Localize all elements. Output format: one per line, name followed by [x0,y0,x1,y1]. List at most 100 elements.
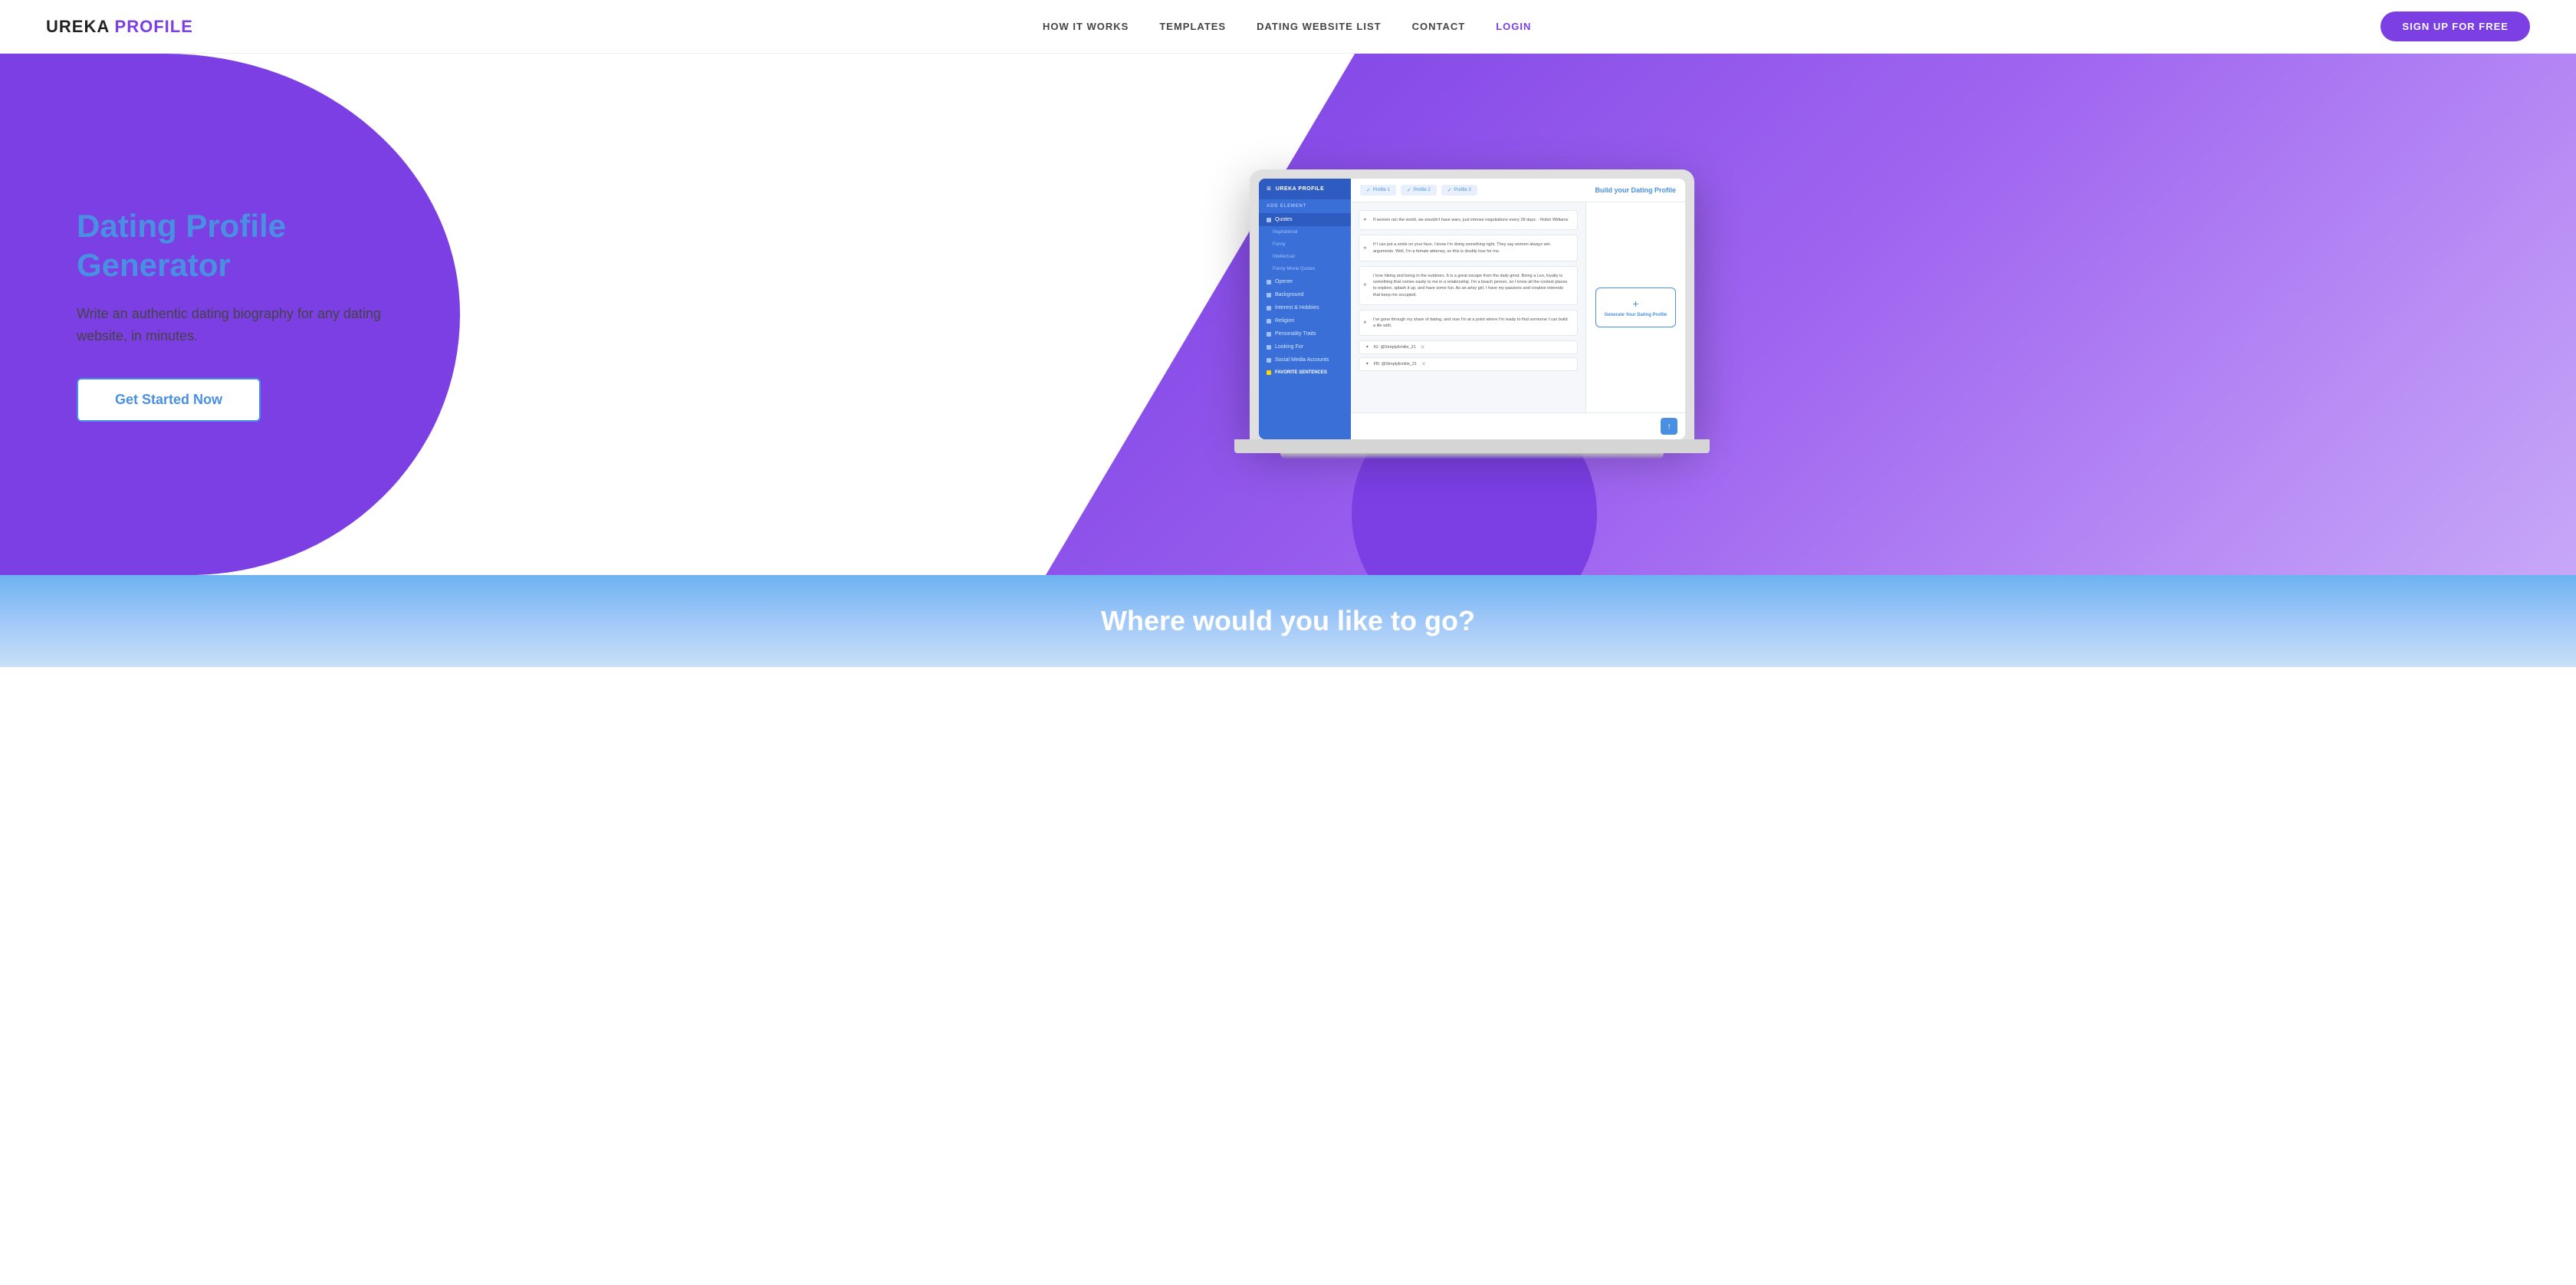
text-block-4: ✦ I've gone through my share of dating, … [1359,310,1578,337]
sidebar-item-looking-for[interactable]: Looking For [1259,340,1351,353]
sidebar-item-background[interactable]: Background [1259,288,1351,301]
nav-item-templates[interactable]: TEMPLATES [1159,20,1226,34]
navbar: UREKA PROFILE HOW IT WORKS TEMPLATES DAT… [0,0,2576,54]
check-icon-3: ✓ [1447,187,1452,193]
laptop-base-shadow [1280,453,1664,459]
hero-title: Dating Profile Generator [77,207,399,284]
sidebar-item-favorites-label: FAVORITE SENTENCES [1275,370,1327,375]
logo: UREKA PROFILE [46,17,193,37]
nav-link-login[interactable]: LOGIN [1496,21,1531,32]
app-bottom-bar: ↑ [1351,412,1685,439]
tab-3-label: Profile 3 [1454,188,1471,192]
sidebar-item-intellectual-label: Intellectual [1273,255,1295,259]
close-icon-social-1[interactable]: ✕ [1421,344,1425,350]
text-block-2: ✦ If I can put a smile on your face, I k… [1359,235,1578,261]
app-generate-panel: + Generate Your Dating Profile [1585,202,1685,412]
sidebar-item-personality-label: Personality Traits [1275,331,1316,337]
app-sidebar-logo: UREKA PROFILE [1276,186,1324,192]
app-main: ✓ Profile 1 ✓ Profile 2 ✓ [1351,179,1685,439]
sidebar-item-personality[interactable]: Personality Traits [1259,327,1351,340]
social-row-2: ✦ FB: @SimplyEmilie_21 ✕ [1359,357,1578,371]
logo-ureka: UREKA [46,17,109,36]
signup-button[interactable]: SIGN UP FOR FREE [2380,12,2530,41]
star-icon [1267,370,1271,375]
social-media-icon [1267,358,1271,363]
laptop-wrapper: ≡ UREKA PROFILE ADD ELEMENT Quotes Inspi… [1250,169,1694,459]
sidebar-item-interests[interactable]: Interest & Hobbies [1259,301,1351,314]
sidebar-item-religion-label: Religion [1275,318,1294,324]
app-top-title: Build your Dating Profile [1595,186,1676,194]
sidebar-item-favorites[interactable]: FAVORITE SENTENCES [1259,366,1351,379]
text-block-1-content: If women ran the world, we wouldn't have… [1365,217,1571,223]
bottom-section-title: Where would you like to go? [1101,605,1475,637]
nav-item-how-it-works[interactable]: HOW IT WORKS [1043,20,1129,34]
nav-item-contact[interactable]: CONTACT [1412,20,1466,34]
nav-item-dating-website-list[interactable]: DATING WEBSITE LIST [1257,20,1381,34]
laptop-screen-inner: ≡ UREKA PROFILE ADD ELEMENT Quotes Inspi… [1259,179,1685,439]
hero-subtitle: Write an authentic dating biography for … [77,303,399,347]
nav-link-how-it-works[interactable]: HOW IT WORKS [1043,21,1129,32]
app-sidebar-header: ≡ UREKA PROFILE [1259,179,1351,199]
sidebar-item-religion[interactable]: Religion [1259,314,1351,327]
drag-icon-social-1: ✦ [1365,345,1369,350]
close-icon-social-2[interactable]: ✕ [1421,361,1426,367]
sidebar-item-funny-movie[interactable]: Funny Movie Quotes [1259,263,1351,275]
check-icon-2: ✓ [1407,187,1411,193]
tab-2-label: Profile 2 [1414,188,1431,192]
sidebar-item-opener[interactable]: Opener [1259,275,1351,288]
sidebar-item-opener-label: Opener [1275,279,1293,284]
hero-text: Dating Profile Generator Write an authen… [77,207,399,421]
sidebar-item-social-media[interactable]: Social Media Accounts [1259,353,1351,366]
sidebar-item-looking-label: Looking For [1275,344,1303,350]
text-block-2-content: If I can put a smile on your face, I kno… [1365,242,1571,255]
nav-links: HOW IT WORKS TEMPLATES DATING WEBSITE LI… [1043,20,1531,34]
hero-content: Dating Profile Generator Write an authen… [0,54,2576,575]
sidebar-item-social-label: Social Media Accounts [1275,357,1329,363]
check-icon-1: ✓ [1366,187,1371,193]
social-row-1: ✦ IG: @SimplyEmilie_21 ✕ [1359,340,1578,354]
app-tab-2[interactable]: ✓ Profile 2 [1401,185,1437,196]
send-button[interactable]: ↑ [1661,418,1677,435]
plus-icon: + [1632,297,1638,310]
tab-1-label: Profile 1 [1373,188,1390,192]
logo-profile: PROFILE [115,17,193,36]
sidebar-item-interests-label: Interest & Hobbies [1275,305,1319,311]
sidebar-item-funny[interactable]: Funny [1259,238,1351,251]
app-tab-3[interactable]: ✓ Profile 3 [1441,185,1477,196]
laptop-base [1234,439,1710,453]
drag-icon-3: ✦ [1362,281,1368,290]
social-row-1-label: IG: @SimplyEmilie_21 [1374,345,1416,350]
app-tabs: ✓ Profile 1 ✓ Profile 2 ✓ [1360,185,1477,196]
sidebar-item-inspirational[interactable]: Inspirational [1259,226,1351,238]
hamburger-icon: ≡ [1267,185,1271,193]
text-block-3-content: I love hiking and being in the outdoors.… [1365,273,1571,298]
sidebar-item-quotes[interactable]: Quotes [1259,213,1351,226]
personality-icon [1267,332,1271,337]
sidebar-item-funny-label: Funny [1273,242,1286,247]
text-block-1: ✦ If women ran the world, we wouldn't ha… [1359,210,1578,230]
generate-label: Generate Your Dating Profile [1605,313,1667,317]
nav-link-templates[interactable]: TEMPLATES [1159,21,1226,32]
background-icon [1267,293,1271,297]
app-tab-1[interactable]: ✓ Profile 1 [1360,185,1396,196]
text-block-4-content: I've gone through my share of dating, an… [1365,317,1571,330]
hero-section: Dating Profile Generator Write an authen… [0,54,2576,575]
nav-link-contact[interactable]: CONTACT [1412,21,1466,32]
generate-profile-button[interactable]: + Generate Your Dating Profile [1595,288,1676,327]
drag-icon-social-2: ✦ [1365,362,1369,366]
app-sidebar: ≡ UREKA PROFILE ADD ELEMENT Quotes Inspi… [1259,179,1351,439]
app-top-bar: ✓ Profile 1 ✓ Profile 2 ✓ [1351,179,1685,202]
looking-icon [1267,345,1271,350]
sidebar-item-background-label: Background [1275,292,1303,297]
nav-link-dating-website-list[interactable]: DATING WEBSITE LIST [1257,21,1381,32]
opener-icon [1267,280,1271,284]
nav-item-login[interactable]: LOGIN [1496,20,1531,34]
drag-icon-4: ✦ [1362,318,1368,327]
drag-icon-2: ✦ [1362,244,1368,253]
text-block-3: ✦ I love hiking and being in the outdoor… [1359,266,1578,305]
get-started-button[interactable]: Get Started Now [77,378,261,422]
app-editor[interactable]: ✦ If women ran the world, we wouldn't ha… [1351,202,1585,412]
interests-icon [1267,306,1271,311]
app-sidebar-section-label: ADD ELEMENT [1259,199,1351,213]
sidebar-item-intellectual[interactable]: Intellectual [1259,251,1351,263]
